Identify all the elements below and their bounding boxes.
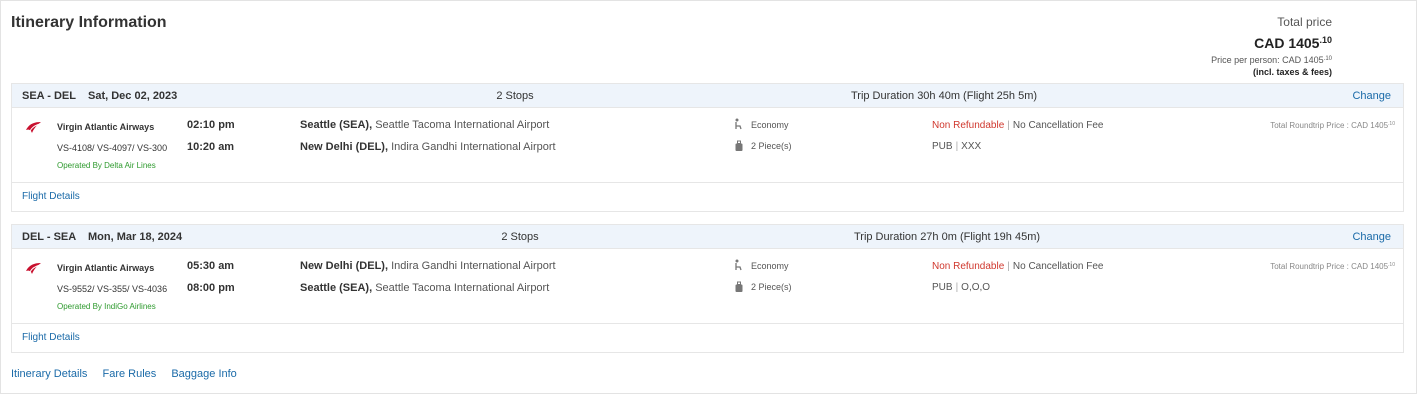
leg-body: Virgin Atlantic Airways VS-9552/ VS-355/… [12,249,1403,324]
flight-numbers: VS-4108/ VS-4097/ VS-300 [57,143,168,153]
destination-airport: New Delhi (DEL), Indira Gandhi Internati… [300,141,556,153]
incl-taxes-note: (incl. taxes & fees) [1252,67,1332,77]
price-fraction: .10 [1319,35,1332,45]
arrival-time: 08:00 pm [187,282,235,294]
leg-return: DEL - SEA Mon, Mar 18, 2024 2 Stops Trip… [11,224,1404,353]
origin-airport: Seattle (SEA), Seattle Tacoma Internatio… [300,119,550,131]
cabin-class: Economy [751,261,789,271]
price-per-person: Price per person: CAD 1405.10 [1211,55,1332,65]
fare-type: PUB | O,O,O [932,282,991,293]
leg-date: Sat, Dec 02, 2023 [88,90,178,102]
price-whole: 1405 [1288,35,1320,51]
baggage-allowance: 2 Piece(s) [751,282,792,292]
leg-header: DEL - SEA Mon, Mar 18, 2024 2 Stops Trip… [12,225,1403,249]
origin-airport: New Delhi (DEL), Indira Gandhi Internati… [300,260,556,272]
destination-airport: Seattle (SEA), Seattle Tacoma Internatio… [300,282,550,294]
change-link[interactable]: Change [1352,231,1391,243]
leg-duration: Trip Duration 27h 0m (Flight 19h 45m) [853,231,1041,243]
total-price-value: CAD 1405.10 [1211,35,1332,51]
price-currency: CAD [1254,35,1285,51]
leg-outbound: SEA - DEL Sat, Dec 02, 2023 2 Stops Trip… [11,83,1404,212]
departure-time: 02:10 pm [187,119,235,131]
refund-policy: Non Refundable | No Cancellation Fee [932,120,1104,131]
leg-route: SEA - DEL [22,90,76,102]
departure-time: 05:30 am [187,260,235,272]
flight-details-link[interactable]: Flight Details [12,324,1403,352]
cabin-class: Economy [751,120,789,130]
itinerary-panel: Itinerary Information Total price CAD 14… [0,0,1417,394]
change-link[interactable]: Change [1352,90,1391,102]
total-price-label: Total price [1277,15,1332,29]
leg-stops: 2 Stops [501,231,539,243]
leg-stops: 2 Stops [496,90,534,102]
page-title: Itinerary Information [11,14,167,31]
arrival-time: 10:20 am [187,141,235,153]
footer-links: Itinerary Details Fare Rules Baggage Inf… [11,368,249,380]
roundtrip-price: Total Roundtrip Price : CAD 1405.10 [1270,262,1395,271]
refund-policy: Non Refundable | No Cancellation Fee [932,261,1104,272]
luggage-icon [735,140,743,151]
operated-by: Operated By Delta Air Lines [57,161,156,170]
baggage-info-link[interactable]: Baggage Info [171,368,236,380]
itinerary-details-link[interactable]: Itinerary Details [11,368,87,380]
fare-type: PUB | XXX [932,141,982,152]
fare-rules-link[interactable]: Fare Rules [102,368,156,380]
operated-by: Operated By IndiGo Airlines [57,302,156,311]
flight-details-link[interactable]: Flight Details [12,183,1403,211]
leg-date: Mon, Mar 18, 2024 [88,231,183,243]
leg-header: SEA - DEL Sat, Dec 02, 2023 2 Stops Trip… [12,84,1403,108]
leg-duration: Trip Duration 30h 40m (Flight 25h 5m) [850,90,1038,102]
total-price-box: Total price CAD 1405.10 Price per person… [1211,15,1332,77]
baggage-allowance: 2 Piece(s) [751,141,792,151]
airline-name: Virgin Atlantic Airways [57,263,155,273]
airline-name: Virgin Atlantic Airways [57,122,155,132]
virgin-atlantic-logo-icon [26,122,41,133]
luggage-icon [735,281,743,292]
virgin-atlantic-logo-icon [26,263,41,274]
leg-body: Virgin Atlantic Airways VS-4108/ VS-4097… [12,108,1403,183]
seat-icon [735,259,742,271]
seat-icon [735,118,742,130]
roundtrip-price: Total Roundtrip Price : CAD 1405.10 [1270,121,1395,130]
flight-numbers: VS-9552/ VS-355/ VS-4036 [57,284,168,294]
leg-route: DEL - SEA [22,231,77,243]
